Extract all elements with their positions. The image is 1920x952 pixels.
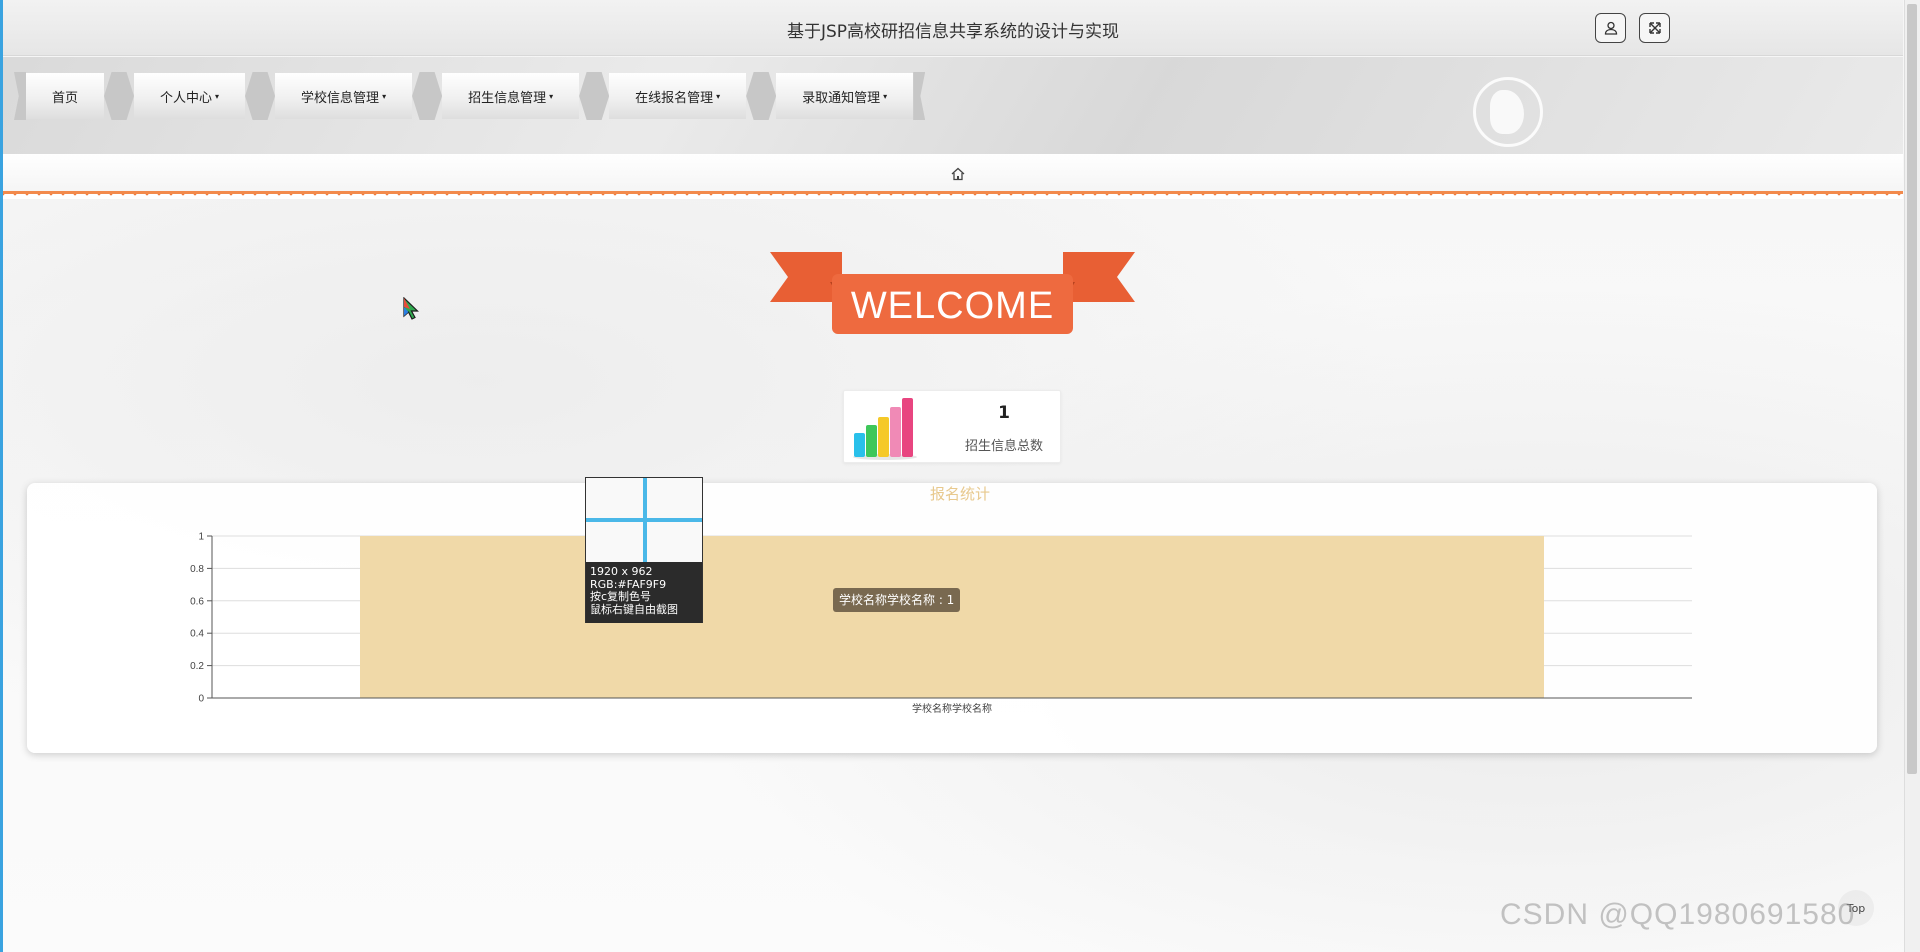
nav-item-label: 个人中心	[160, 90, 213, 106]
fullscreen-button[interactable]	[1639, 13, 1670, 43]
y-tick-label: 0.4	[190, 629, 204, 640]
main-nav: 首页 个人中心 ▾ 学校信息管理 ▾ 招生信息管理 ▾ 在线报名管理 ▾ 录取通…	[14, 72, 926, 120]
stat-label: 招生信息总数	[964, 439, 1043, 454]
scrollbar[interactable]	[1904, 0, 1920, 952]
globe-decoration	[1473, 77, 1543, 147]
home-icon[interactable]	[950, 166, 966, 182]
nav-separator	[104, 72, 135, 120]
nav-item-label: 在线报名管理	[635, 90, 714, 106]
color-picker-overlay: 1920 x 962 RGB:#FAF9F9 按c复制色号 鼠标右键自由截图	[585, 477, 703, 623]
user-icon	[1604, 21, 1617, 35]
nav-item-label: 录取通知管理	[802, 90, 881, 106]
watermark: CSDN @QQ1980691580	[1500, 898, 1856, 931]
nav-item-online-registration[interactable]: 在线报名管理 ▾	[609, 73, 747, 119]
bar-chart-icon	[853, 398, 917, 460]
picker-hint-screenshot: 鼠标右键自由截图	[590, 602, 678, 616]
picker-hint-copy: 按c复制色号	[590, 590, 652, 603]
x-tick-label: 学校名称学校名称	[912, 702, 992, 715]
nav-separator	[746, 72, 777, 120]
bar	[360, 536, 1544, 698]
nav-end-left	[14, 72, 26, 120]
nav-item-enrollment-info[interactable]: 招生信息管理 ▾	[442, 73, 580, 119]
caret-down-icon: ▾	[716, 91, 721, 101]
y-tick-label: 0	[198, 694, 204, 705]
caret-down-icon: ▾	[382, 91, 387, 101]
top-bar: 基于JSP高校研招信息共享系统的设计与实现	[3, 0, 1903, 56]
user-button[interactable]	[1595, 13, 1626, 43]
nav-end-right	[913, 72, 926, 120]
caret-down-icon: ▾	[215, 91, 220, 101]
nav-item-personal-center[interactable]: 个人中心 ▾	[134, 73, 246, 119]
zigzag-divider	[3, 191, 1903, 199]
breadcrumb	[3, 154, 1903, 192]
y-tick-label: 0.8	[190, 564, 204, 575]
welcome-text: WELCOME	[851, 285, 1054, 327]
nav-separator	[412, 72, 443, 120]
color-picker-info: 1920 x 962 RGB:#FAF9F9 按c复制色号 鼠标右键自由截图	[586, 562, 702, 623]
scrollbar-thumb[interactable]	[1907, 4, 1917, 774]
y-tick-label: 1	[198, 532, 204, 543]
nav-item-admission-notice[interactable]: 录取通知管理 ▾	[776, 73, 914, 119]
nav-separator	[245, 72, 276, 120]
welcome-banner: WELCOME	[770, 252, 1135, 337]
crosshair-horizontal	[586, 518, 702, 522]
stat-value: 1	[998, 403, 1010, 423]
caret-down-icon: ▾	[549, 91, 554, 101]
y-tick-label: 0.2	[190, 661, 204, 672]
fullscreen-icon	[1648, 22, 1661, 34]
nav-item-school-info[interactable]: 学校信息管理 ▾	[275, 73, 413, 119]
registration-chart: 0 0.2 0.4 0.6 0.8 1 学校名称学校名称	[190, 532, 1692, 715]
nav-separator	[579, 72, 610, 120]
nav-item-label: 学校信息管理	[301, 90, 380, 106]
nav-item-label: 首页	[52, 90, 79, 106]
nav-item-home[interactable]: 首页	[26, 73, 105, 119]
stat-card-enrollment-total: 1 招生信息总数	[843, 390, 1061, 463]
nav-item-label: 招生信息管理	[468, 90, 547, 106]
caret-down-icon: ▾	[883, 91, 888, 101]
y-tick-label: 0.6	[190, 596, 204, 607]
mouse-cursor-icon	[403, 297, 419, 320]
picker-size: 1920 x 962	[590, 565, 653, 578]
chart-tooltip: 学校名称学校名称 : 1	[833, 588, 961, 612]
